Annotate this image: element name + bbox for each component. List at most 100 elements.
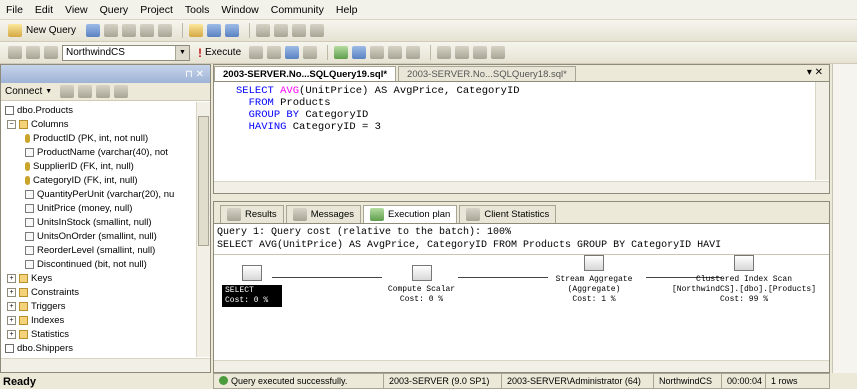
menu-help[interactable]: Help [336,4,358,16]
tab-sqlquery18[interactable]: 2003-SERVER.No...SQLQuery18.sql* [398,66,576,81]
xmla-query-icon[interactable] [158,24,173,37]
uncomment-icon[interactable] [455,46,470,59]
disconnect-icon[interactable] [26,46,40,59]
menu-query[interactable]: Query [100,4,129,16]
tree-node[interactable]: UnitPrice (money, null) [25,202,132,215]
results-to-file-icon[interactable] [406,46,421,59]
debug-icon[interactable] [249,46,264,59]
code-line: GROUP BY CategoryID [248,109,369,121]
plan-op-select[interactable]: SELECT Cost: 0 % [222,265,282,307]
open-file-icon[interactable] [189,24,204,37]
pin-icon[interactable]: ⊓ ✕ [185,69,204,80]
tab-results[interactable]: Results [220,205,284,223]
scrollbar-thumb[interactable] [198,116,209,246]
menu-project[interactable]: Project [140,4,173,16]
plan-op-stream-aggregate[interactable]: Stream Aggregate (Aggregate) Cost: 1 % [539,255,649,305]
tree-node[interactable]: + Triggers [7,300,66,313]
tree-node[interactable]: − Columns [7,118,69,131]
display-estimated-plan-icon[interactable] [334,46,349,59]
tree-node-label: Statistics [31,329,70,340]
analysis-query-icon[interactable] [104,24,119,37]
database-select[interactable]: NorthwindCS ▼ [62,44,190,61]
plan-op-clustered-index-scan[interactable]: Clustered Index Scan [NorthwindCS].[dbo]… [659,255,829,305]
menu-view[interactable]: View [65,4,88,16]
column-icon [25,218,34,227]
menu-file[interactable]: File [6,4,23,16]
tab-execution-plan[interactable]: Execution plan [363,205,458,223]
results-horizontal-scrollbar[interactable] [214,360,829,372]
template-explorer-icon[interactable] [292,24,307,37]
tab-messages[interactable]: Messages [285,205,361,223]
tab-client-statistics[interactable]: Client Statistics [459,205,557,223]
refresh-icon[interactable] [114,85,129,98]
chevron-down-icon[interactable]: ▼ [45,88,52,95]
menu-window[interactable]: Window [221,4,258,16]
tree-node[interactable]: dbo.Products [5,104,73,117]
tree-node[interactable]: UnitsInStock (smallint, null) [25,216,152,229]
tree-node[interactable]: ReorderLevel (smallint, null) [25,244,155,257]
tree-node[interactable]: + Keys [7,272,52,285]
menu-tools[interactable]: Tools [185,4,210,16]
menu-community[interactable]: Community [271,4,324,16]
object-explorer-panel: ⊓ ✕ Connect ▼ dbo.Products − Columns Produc… [0,64,211,373]
collapse-icon[interactable]: − [7,120,16,129]
messages-icon [292,208,307,221]
stop-icon[interactable] [78,85,93,98]
tree-node[interactable]: UnitsOnOrder (smallint, null) [25,230,157,243]
decrease-indent-icon[interactable] [473,46,488,59]
connect-button[interactable]: Connect [5,86,42,97]
increase-indent-icon[interactable] [491,46,506,59]
tab-sqlquery19[interactable]: 2003-SERVER.No...SQLQuery19.sql* [214,66,397,81]
save-icon[interactable] [207,24,222,37]
plan-op-compute-scalar[interactable]: Compute Scalar Cost: 0 % [374,265,469,305]
registered-servers-icon[interactable] [256,24,271,37]
folder-icon [19,330,28,339]
status-row-count: 1 rows [771,376,798,386]
cancel-query-icon[interactable] [267,46,282,59]
tree-node[interactable]: ProductName (varchar(40), not [25,146,168,159]
tree-node[interactable]: + Statistics [7,328,69,341]
expand-icon[interactable]: + [7,316,16,325]
key-icon [25,176,30,185]
tree-node[interactable]: + Indexes [7,314,64,327]
menu-edit[interactable]: Edit [35,4,53,16]
statistics-icon [466,208,481,221]
tree-node[interactable]: Discontinued (bit, not null) [25,258,147,271]
expand-icon[interactable]: + [7,288,16,297]
new-query-button[interactable]: New Query [8,24,76,37]
connect-icon[interactable] [8,46,22,59]
editor-vertical-scrollbar[interactable] [815,82,829,180]
disconnect-icon[interactable] [60,85,75,98]
tree-vertical-scrollbar[interactable] [196,102,210,357]
properties-icon[interactable] [310,24,325,37]
tree-node[interactable]: QuantityPerUnit (varchar(20), nu [25,188,174,201]
change-connection-icon[interactable] [44,46,58,59]
execute-button[interactable]: ! Execute [198,46,241,60]
tree-node[interactable]: CategoryID (FK, int, null) [25,174,138,187]
tree-node[interactable]: + Constraints [7,286,79,299]
tree-node-label: Indexes [31,315,65,326]
tree-node[interactable]: dbo.Shippers [5,342,73,355]
object-explorer-icon[interactable] [274,24,289,37]
close-icon[interactable]: ▾ ✕ [807,67,823,78]
expand-icon[interactable]: + [7,330,16,339]
tree-node[interactable]: ProductID (PK, int, not null) [25,132,148,145]
save-all-icon[interactable] [225,24,240,37]
dmx-query-icon[interactable] [140,24,155,37]
sql-code[interactable]: SELECT AVG(UnitPrice) AS AvgPrice, Categ… [214,82,829,133]
db-engine-query-icon[interactable] [86,24,101,37]
tree-node-label: UnitsOnOrder (smallint, null) [37,231,157,242]
query-options-icon[interactable] [303,46,318,59]
comment-icon[interactable] [437,46,452,59]
editor-horizontal-scrollbar[interactable] [214,181,829,193]
include-actual-plan-icon[interactable] [352,46,367,59]
expand-icon[interactable]: + [7,274,16,283]
results-to-grid-icon[interactable] [388,46,403,59]
expand-icon[interactable]: + [7,302,16,311]
filter-icon[interactable] [96,85,111,98]
tree-node[interactable]: SupplierID (FK, int, null) [25,160,134,173]
tree-horizontal-scrollbar[interactable] [1,358,210,372]
results-to-text-icon[interactable] [370,46,385,59]
parse-icon[interactable] [285,46,300,59]
mdx-query-icon[interactable] [122,24,137,37]
